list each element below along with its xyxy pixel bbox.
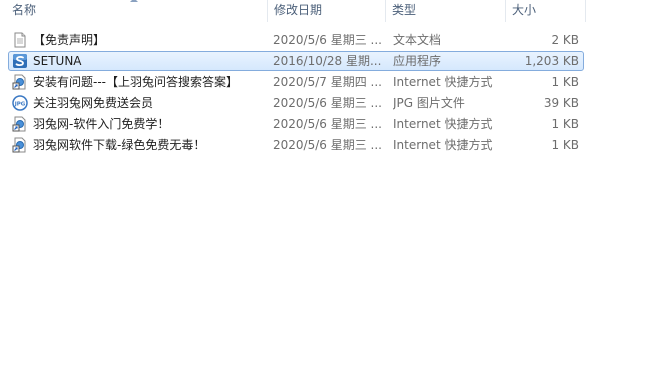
internet-shortcut-icon <box>12 137 28 153</box>
file-name: 羽兔网软件下载-绿色免费无毒！ <box>33 138 206 152</box>
text-document-icon <box>12 32 28 48</box>
file-type: Internet 快捷方式 <box>393 117 493 131</box>
column-header-bar: 名称 修改日期 类型 大小 <box>0 0 648 22</box>
column-header-name-label: 名称 <box>12 3 37 17</box>
file-date: 2020/5/6 星期三 ... <box>273 138 382 152</box>
file-date: 2020/5/6 星期三 ... <box>273 117 382 131</box>
column-header-date[interactable]: 修改日期 <box>268 0 386 22</box>
svg-text:JPG: JPG <box>14 102 26 108</box>
column-header-name[interactable]: 名称 <box>6 0 268 22</box>
file-row-selected[interactable]: SETUNA 2016/10/28 星期... 应用程序 1,203 KB <box>8 51 584 71</box>
internet-shortcut-icon <box>12 116 28 132</box>
column-header-type-label: 类型 <box>392 3 417 17</box>
file-type: Internet 快捷方式 <box>393 138 493 152</box>
column-header-type[interactable]: 类型 <box>386 0 506 22</box>
file-type: JPG 图片文件 <box>393 96 465 110</box>
file-name: 安装有问题---【上羽兔问答搜索答案】 <box>33 75 238 89</box>
file-type: 应用程序 <box>393 54 442 68</box>
file-size: 1 KB <box>551 117 579 131</box>
file-explorer-list-view: 名称 修改日期 类型 大小 【免责声明】 2020/5/6 星期三 ... 文本… <box>0 0 648 379</box>
file-date: 2020/5/6 星期三 ... <box>273 33 382 47</box>
file-type: 文本文档 <box>393 33 442 47</box>
file-row[interactable]: JPG 关注羽兔网免费送会员 2020/5/6 星期三 ... JPG 图片文件… <box>8 93 584 113</box>
file-size: 1 KB <box>551 75 579 89</box>
column-header-size-label: 大小 <box>512 3 537 17</box>
internet-shortcut-icon <box>12 74 28 90</box>
file-name: 【免责声明】 <box>33 33 106 47</box>
column-header-size[interactable]: 大小 <box>506 0 586 22</box>
file-row[interactable]: 安装有问题---【上羽兔问答搜索答案】 2020/5/7 星期四 ... Int… <box>8 72 584 92</box>
file-date: 2016/10/28 星期... <box>273 54 382 68</box>
setuna-app-icon <box>12 53 28 69</box>
file-list: 【免责声明】 2020/5/6 星期三 ... 文本文档 2 KB SETUNA… <box>0 30 648 156</box>
file-name: 羽兔网-软件入门免费学！ <box>33 117 170 131</box>
file-type: Internet 快捷方式 <box>393 75 493 89</box>
file-size: 39 KB <box>543 96 579 110</box>
file-row[interactable]: 羽兔网-软件入门免费学！ 2020/5/6 星期三 ... Internet 快… <box>8 114 584 134</box>
file-name: SETUNA <box>33 54 82 68</box>
file-date: 2020/5/6 星期三 ... <box>273 96 382 110</box>
file-size: 2 KB <box>551 33 579 47</box>
file-date: 2020/5/7 星期四 ... <box>273 75 382 89</box>
jpg-image-icon: JPG <box>12 95 28 111</box>
file-row[interactable]: 【免责声明】 2020/5/6 星期三 ... 文本文档 2 KB <box>8 30 584 50</box>
file-size: 1 KB <box>551 138 579 152</box>
file-size: 1,203 KB <box>524 54 579 68</box>
file-name: 关注羽兔网免费送会员 <box>33 96 154 110</box>
sort-ascending-icon <box>130 0 138 2</box>
file-row[interactable]: 羽兔网软件下载-绿色免费无毒！ 2020/5/6 星期三 ... Interne… <box>8 135 584 155</box>
column-header-date-label: 修改日期 <box>274 3 323 17</box>
